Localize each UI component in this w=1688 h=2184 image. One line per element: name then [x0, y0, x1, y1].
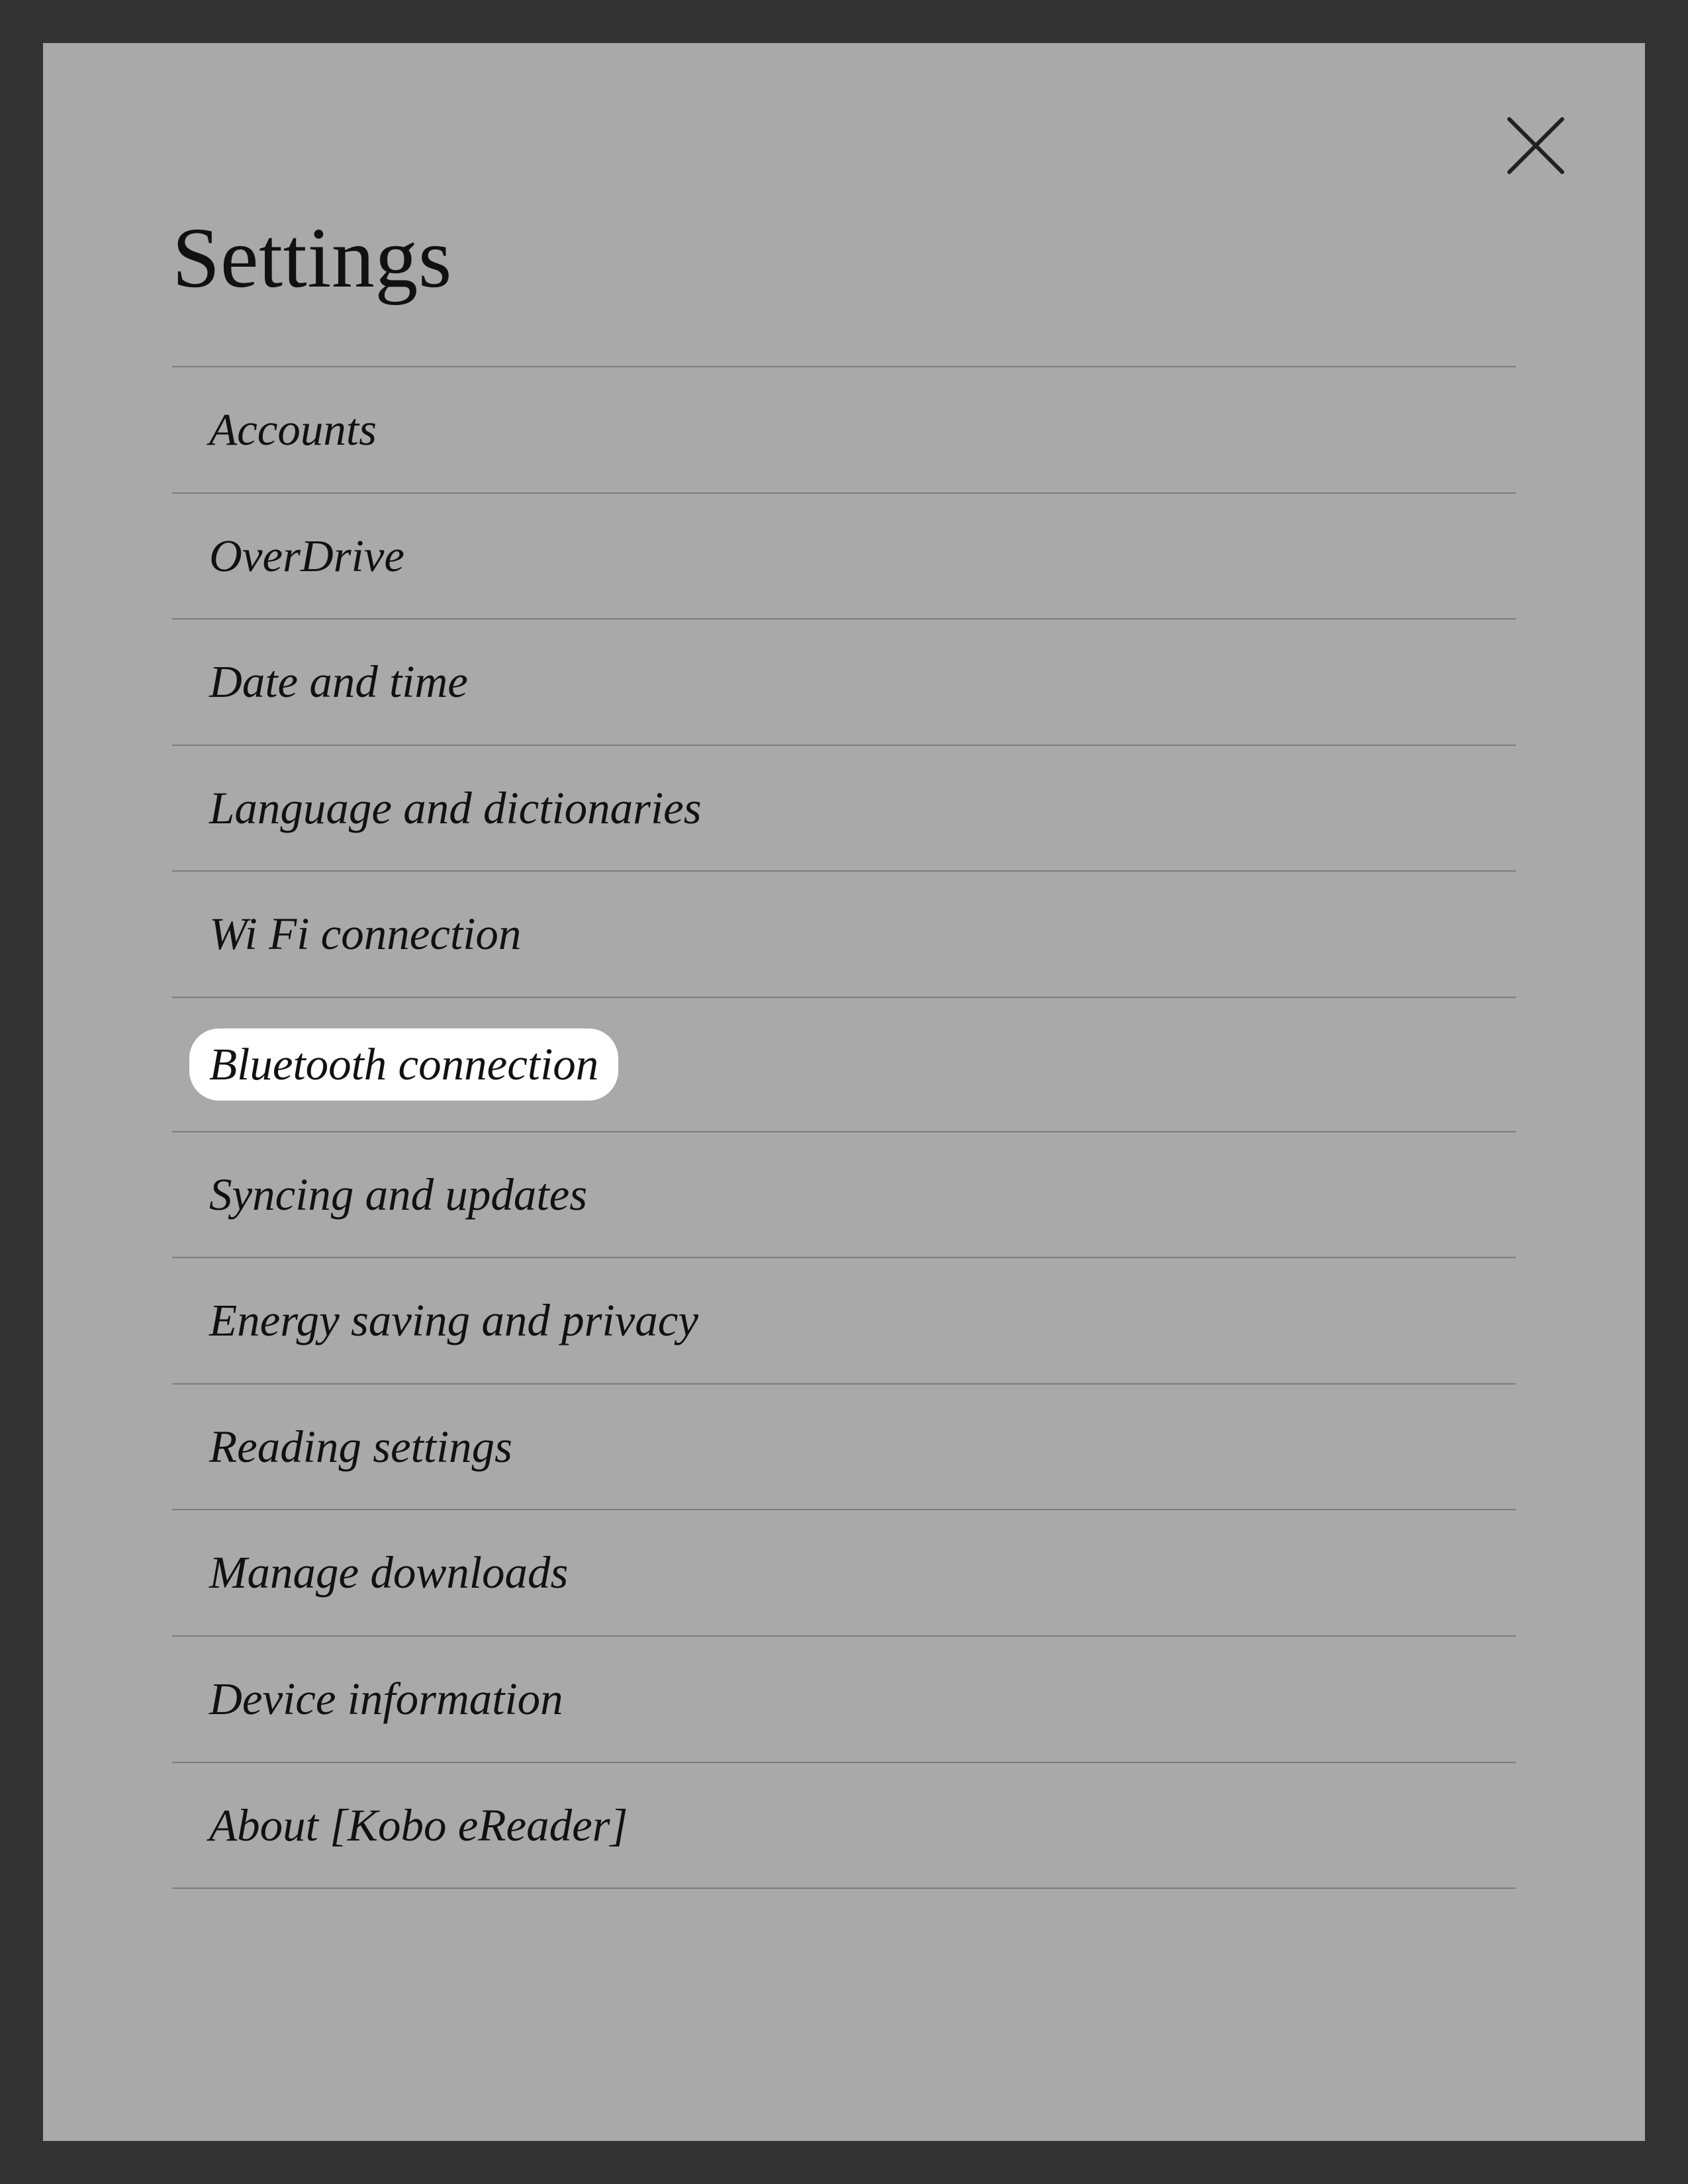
settings-item-date-time[interactable]: Date and time [172, 619, 1516, 746]
settings-item-label: Energy saving and privacy [189, 1289, 718, 1353]
close-icon [1503, 113, 1569, 179]
settings-item-label: About [Kobo eReader] [189, 1794, 647, 1858]
settings-item-label: Accounts [189, 398, 397, 462]
settings-item-label: Wi Fi connection [189, 902, 541, 966]
settings-item-label: Syncing and updates [189, 1163, 607, 1227]
settings-item-bluetooth[interactable]: Bluetooth connection [172, 998, 1516, 1132]
settings-list: Accounts OverDrive Date and time Languag… [172, 366, 1516, 1889]
settings-item-wifi[interactable]: Wi Fi connection [172, 872, 1516, 998]
settings-item-label: Language and dictionaries [189, 776, 722, 841]
settings-item-label: Device information [189, 1667, 583, 1731]
settings-item-energy-privacy[interactable]: Energy saving and privacy [172, 1258, 1516, 1385]
settings-item-label: Date and time [189, 650, 488, 714]
settings-panel: Settings Accounts OverDrive Date and tim… [43, 43, 1645, 2141]
settings-item-label: Reading settings [189, 1415, 532, 1479]
settings-item-syncing[interactable]: Syncing and updates [172, 1132, 1516, 1259]
page-title: Settings [172, 208, 1516, 308]
settings-item-overdrive[interactable]: OverDrive [172, 494, 1516, 620]
settings-item-accounts[interactable]: Accounts [172, 367, 1516, 494]
settings-item-downloads[interactable]: Manage downloads [172, 1510, 1516, 1637]
settings-item-about[interactable]: About [Kobo eReader] [172, 1763, 1516, 1889]
settings-item-label: Manage downloads [189, 1541, 588, 1605]
close-button[interactable] [1503, 113, 1569, 179]
settings-item-device-info[interactable]: Device information [172, 1637, 1516, 1763]
settings-item-language[interactable]: Language and dictionaries [172, 746, 1516, 872]
settings-item-label: OverDrive [189, 524, 424, 588]
settings-item-label: Bluetooth connection [189, 1028, 618, 1101]
settings-item-reading[interactable]: Reading settings [172, 1385, 1516, 1511]
